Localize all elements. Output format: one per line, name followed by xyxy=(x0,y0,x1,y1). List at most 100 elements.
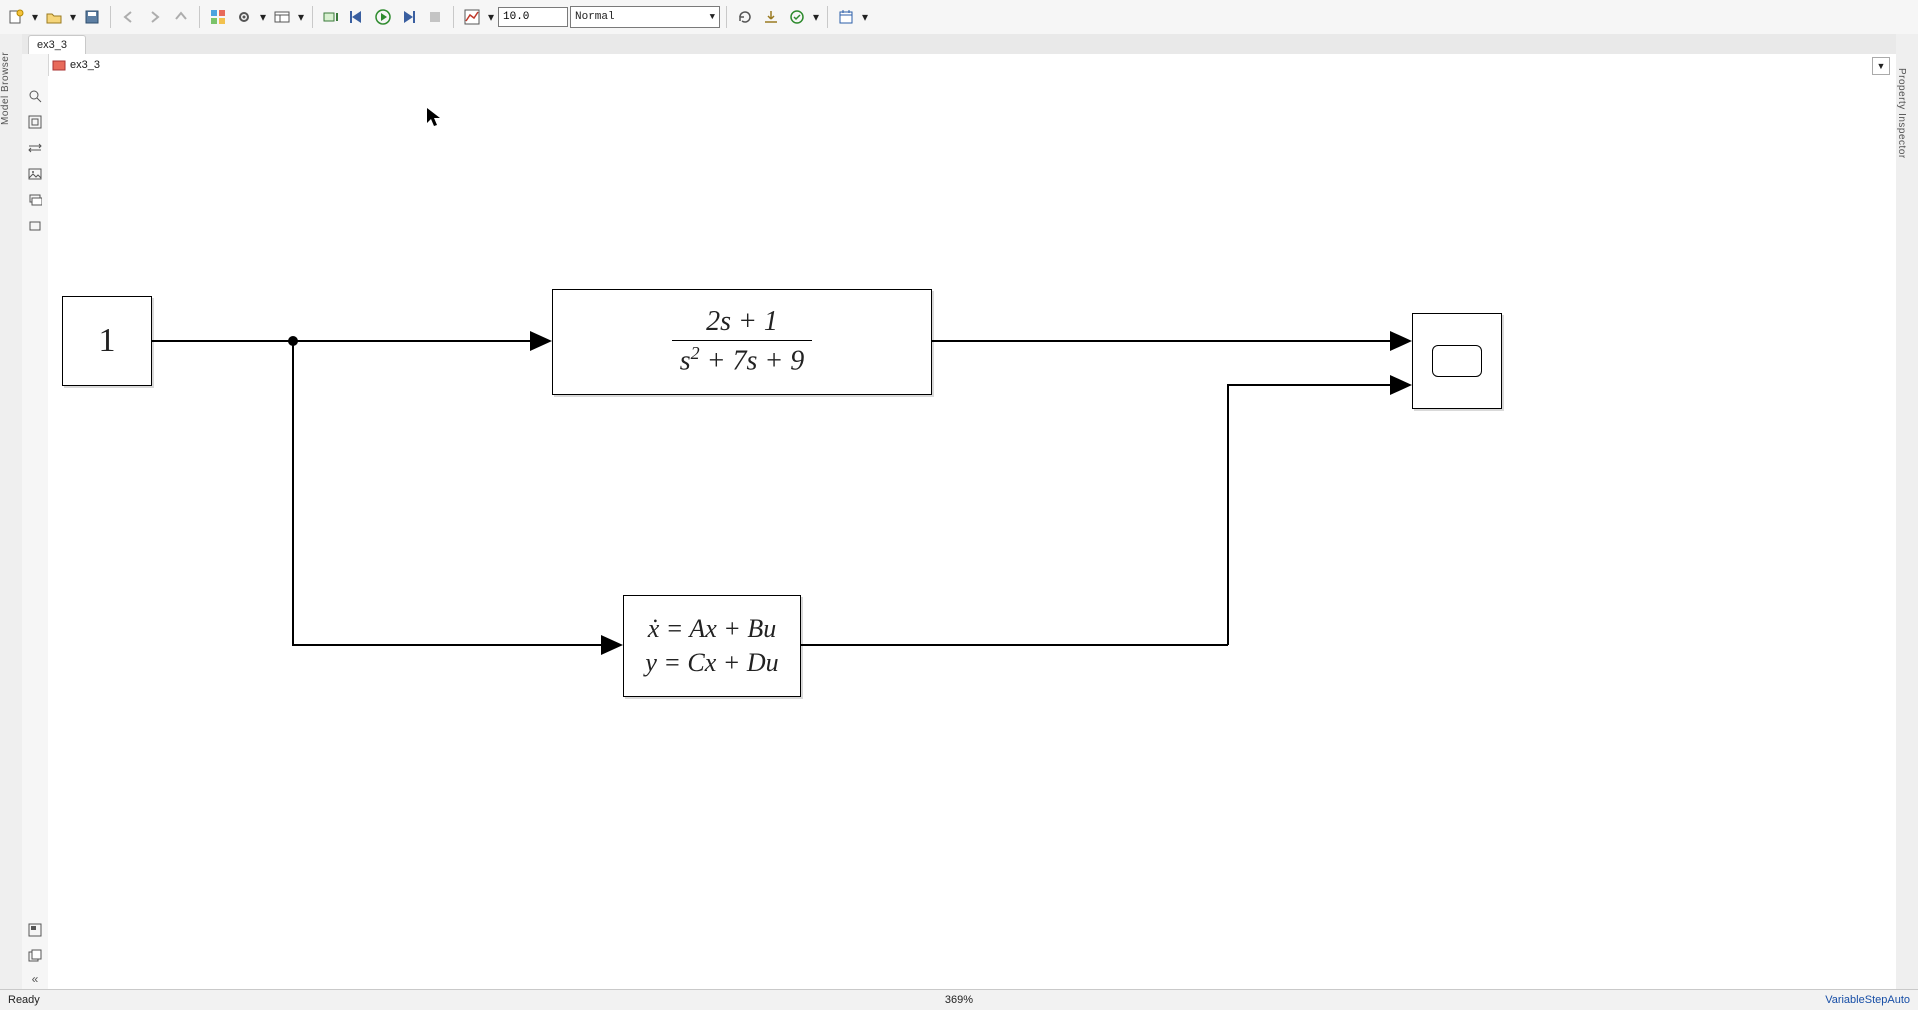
restore-button[interactable] xyxy=(25,946,45,966)
arrowhead-icon xyxy=(1390,375,1412,395)
property-inspector-label: Property Inspector xyxy=(1896,38,1907,188)
breadcrumb-label: ex3_3 xyxy=(70,59,100,71)
save-icon xyxy=(84,9,100,25)
chart-line-icon xyxy=(464,9,480,25)
sample-time-button[interactable] xyxy=(25,138,45,158)
tf-numerator: 2s + 1 xyxy=(672,306,813,341)
run-button[interactable] xyxy=(371,5,395,29)
model-explorer-dropdown[interactable]: ▾ xyxy=(296,10,306,24)
update-diagram-button[interactable] xyxy=(733,5,757,29)
separator xyxy=(199,6,200,28)
library-icon xyxy=(210,9,226,25)
forward-button[interactable] xyxy=(143,5,167,29)
step-back-button[interactable] xyxy=(345,5,369,29)
arrowhead-icon xyxy=(601,635,623,655)
simulation-mode-select[interactable]: Normal ▼ xyxy=(570,6,720,28)
bird-eye-button[interactable] xyxy=(25,920,45,940)
model-config-button[interactable] xyxy=(232,5,256,29)
ss-line1: ẋ = Ax + Bu xyxy=(648,612,776,646)
model-explorer-button[interactable] xyxy=(270,5,294,29)
advisor-button[interactable] xyxy=(785,5,809,29)
separator xyxy=(312,6,313,28)
viewmarks-button[interactable] xyxy=(25,190,45,210)
explorer-icon xyxy=(274,9,290,25)
fit-view-icon xyxy=(28,115,42,129)
arrows-horizontal-icon xyxy=(28,141,42,155)
model-tabs: ex3_3 xyxy=(22,34,1896,55)
advisor-dropdown[interactable]: ▾ xyxy=(811,10,821,24)
constant-value: 1 xyxy=(99,322,116,360)
zoom-button[interactable] xyxy=(25,86,45,106)
arrow-left-icon xyxy=(122,10,136,24)
scope-block[interactable] xyxy=(1412,313,1502,409)
back-button[interactable] xyxy=(117,5,141,29)
stop-button[interactable] xyxy=(423,5,447,29)
layers-icon xyxy=(28,193,42,207)
build-button[interactable] xyxy=(759,5,783,29)
simulation-mode-label: Normal xyxy=(575,11,615,23)
arrowhead-icon xyxy=(1390,331,1412,351)
open-button[interactable] xyxy=(42,5,66,29)
signal-wire xyxy=(801,644,1228,646)
main-toolbar: ▾ ▾ ▾ ▾ ▾ xyxy=(0,0,1918,35)
model-config-dropdown[interactable]: ▾ xyxy=(258,10,268,24)
transfer-fcn-block[interactable]: 2s + 1 s2 + 7s + 9 xyxy=(552,289,932,395)
new-model-button[interactable] xyxy=(4,5,28,29)
bird-eye-icon xyxy=(28,923,42,937)
window-stack-icon xyxy=(28,949,42,963)
separator xyxy=(110,6,111,28)
stop-icon xyxy=(427,9,443,25)
tab-model[interactable]: ex3_3 xyxy=(28,35,86,54)
area-button[interactable] xyxy=(25,216,45,236)
fast-restart-icon xyxy=(323,9,339,25)
new-model-dropdown[interactable]: ▾ xyxy=(30,10,40,24)
canvas-palette: « xyxy=(22,54,49,990)
stop-time-input[interactable] xyxy=(498,7,568,27)
collapse-palette-button[interactable]: « xyxy=(32,972,39,986)
rectangle-icon xyxy=(28,219,42,233)
new-model-icon xyxy=(8,9,24,25)
open-dropdown[interactable]: ▾ xyxy=(68,10,78,24)
transfer-fcn-expression: 2s + 1 s2 + 7s + 9 xyxy=(672,306,813,377)
breadcrumb-root[interactable]: ex3_3 xyxy=(52,58,100,72)
folder-open-icon xyxy=(46,9,62,25)
ss-line2: y = Cx + Du xyxy=(645,646,778,680)
breadcrumb-dropdown[interactable]: ▼ xyxy=(1872,57,1890,75)
step-back-icon xyxy=(349,9,365,25)
signal-wire xyxy=(292,644,601,646)
signal-wire xyxy=(1227,384,1390,386)
calendar-icon xyxy=(838,9,854,25)
gear-icon xyxy=(236,9,252,25)
status-bar: Ready 369% VariableStepAuto xyxy=(0,989,1918,1010)
save-button[interactable] xyxy=(80,5,104,29)
arrow-up-icon xyxy=(174,10,188,24)
fit-to-view-button[interactable] xyxy=(25,112,45,132)
schedule-button[interactable] xyxy=(834,5,858,29)
status-zoom: 369% xyxy=(945,994,973,1006)
data-inspector-button[interactable] xyxy=(460,5,484,29)
step-forward-icon xyxy=(401,9,417,25)
check-circle-icon xyxy=(789,9,805,25)
block-diagram-canvas[interactable]: 1 2s + 1 s2 + 7s + 9 ẋ = Ax + Bu y = Cx … xyxy=(48,76,1896,990)
toggle-fast-restart-button[interactable] xyxy=(319,5,343,29)
tab-label: ex3_3 xyxy=(37,39,67,51)
scope-screen-icon xyxy=(1432,345,1482,377)
model-browser-panel[interactable]: Model Browser xyxy=(0,34,23,990)
play-icon xyxy=(375,9,391,25)
library-browser-button[interactable] xyxy=(206,5,230,29)
up-button[interactable] xyxy=(169,5,193,29)
status-solver[interactable]: VariableStepAuto xyxy=(1825,994,1910,1006)
breadcrumb-bar: ex3_3 ▼ xyxy=(22,54,1896,77)
schedule-dropdown[interactable]: ▾ xyxy=(860,10,870,24)
magnifier-icon xyxy=(28,89,42,103)
data-inspector-dropdown[interactable]: ▾ xyxy=(486,10,496,24)
property-inspector-panel[interactable]: Property Inspector xyxy=(1895,34,1918,990)
step-forward-button[interactable] xyxy=(397,5,421,29)
state-space-block[interactable]: ẋ = Ax + Bu y = Cx + Du xyxy=(623,595,801,697)
constant-block[interactable]: 1 xyxy=(62,296,152,386)
signal-wire xyxy=(152,340,530,342)
chevron-down-icon: ▼ xyxy=(710,12,715,22)
annotations-button[interactable] xyxy=(25,164,45,184)
tf-denominator: s2 + 7s + 9 xyxy=(672,341,813,377)
download-icon xyxy=(763,9,779,25)
